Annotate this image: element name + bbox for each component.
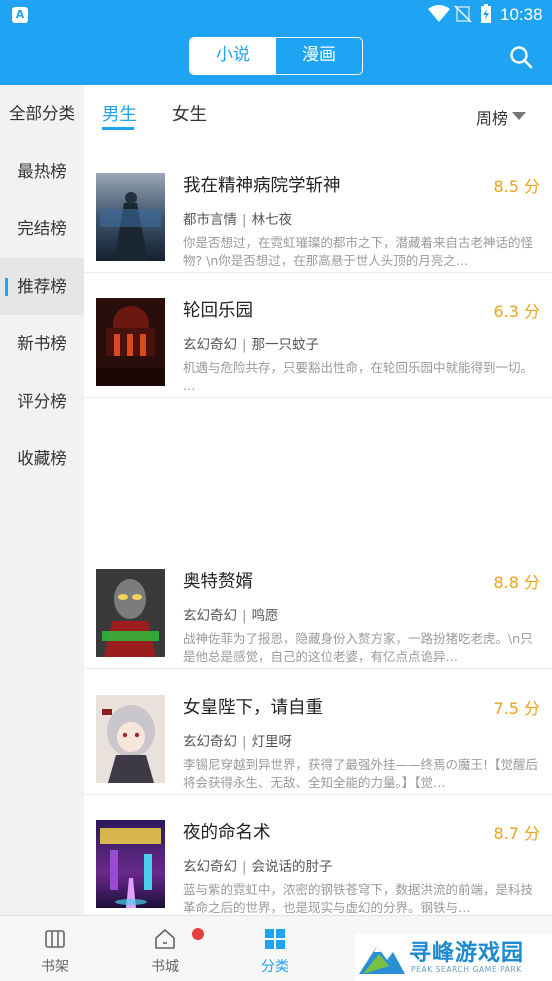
book-list-item[interactable]: 夜的命名术 8.7 分 玄幻奇幻 | 会说话的肘子 蓝与紫的霓虹中，浓密的钢铁苍穹下…: [84, 795, 552, 920]
category-grid-icon: [265, 929, 285, 949]
book-title: 女皇陛下，请自重: [183, 698, 323, 718]
notification-badge: [192, 928, 204, 940]
book-description: 你是否想过，在霓虹璀璨的都市之下，潜藏着来自古老神话的怪物? \n你是否想过，在…: [183, 235, 534, 268]
nav-label: 书架: [41, 959, 69, 975]
book-list-item[interactable]: 女皇陛下，请自重 7.5 分 玄幻奇幻 | 灯里呀 李锡尼穿越到异世界，获得了最强外…: [84, 670, 552, 795]
sidebar-item-favorites[interactable]: 收藏榜: [0, 430, 84, 488]
book-meta: 玄幻奇幻 | 那一只蚊子: [183, 337, 320, 353]
book-cover: [96, 820, 165, 908]
gender-tabs: 男生 女生 周榜: [84, 85, 552, 147]
book-description: 李锡尼穿越到异世界，获得了最强外挂——终焉の魔王!【觉醒后将会获得永生、无敌、全…: [183, 757, 539, 790]
watermark-title: 寻峰游戏园: [409, 941, 525, 966]
home-icon: [155, 929, 175, 949]
book-score: 8.5 分: [493, 177, 540, 196]
book-cover: [96, 173, 165, 261]
book-cover: [96, 298, 165, 386]
book-list-item[interactable]: 奥特赘婿 8.8 分 玄幻奇幻 | 鸣愿 战神佐菲为了报恩，隐藏身份入赘方家，一路扮…: [84, 544, 552, 669]
book-author: 灯里呀: [251, 734, 293, 750]
sidebar-item-new[interactable]: 新书榜: [0, 315, 84, 373]
book-meta: 玄幻奇幻 | 会说话的肘子: [183, 859, 333, 875]
active-tab-indicator: [102, 127, 134, 130]
nav-category[interactable]: 分类: [220, 916, 330, 981]
ranking-period-dropdown[interactable]: 周榜: [476, 105, 508, 129]
sidebar-item-completed[interactable]: 完结榜: [0, 200, 84, 258]
book-author: 鸣愿: [251, 608, 279, 624]
nav-label: 书城: [151, 959, 179, 975]
mountain-logo-icon: [359, 946, 405, 974]
sidebar-item-all[interactable]: 全部分类: [0, 85, 84, 143]
book-title: 我在精神病院学斩神: [183, 176, 341, 196]
search-icon[interactable]: [508, 44, 534, 70]
book-title: 轮回乐园: [183, 301, 253, 321]
sidebar-item-hottest[interactable]: 最热榜: [0, 143, 84, 201]
book-score: 7.5 分: [493, 699, 540, 718]
nav-bookstore[interactable]: 书城: [110, 916, 220, 981]
book-description: 战神佐菲为了报恩，隐藏身份入赘方家，一路扮猪吃老虎。\n只是他总是感觉，自己的这…: [183, 631, 533, 664]
book-author: 那一只蚊子: [251, 337, 320, 353]
book-cover: [96, 569, 165, 657]
book-score: 8.8 分: [493, 573, 540, 592]
segment-novel[interactable]: 小说: [190, 38, 276, 74]
bookshelf-icon: [45, 930, 65, 948]
nav-label: 分类: [261, 959, 289, 975]
book-description: 蓝与紫的霓虹中，浓密的钢铁苍穹下，数据洪流的前端，是科技革命之后的世界，也是现实…: [183, 882, 534, 915]
book-meta: 都市言情 | 林七夜: [183, 212, 293, 228]
book-genre: 玄幻奇幻: [183, 734, 237, 750]
book-meta: 玄幻奇幻 | 鸣愿: [183, 608, 279, 624]
book-genre: 玄幻奇幻: [183, 859, 237, 875]
chevron-down-icon[interactable]: [512, 112, 526, 120]
top-app-bar: A 10:38 小说 漫画: [0, 0, 552, 85]
book-list-item[interactable]: 轮回乐园 6.3 分 玄幻奇幻 | 那一只蚊子 机遇与危险共存，只要豁出性命，在轮回…: [84, 273, 552, 398]
segment-comic[interactable]: 漫画: [276, 38, 362, 74]
book-score: 8.7 分: [493, 824, 540, 843]
status-time: 10:38: [500, 5, 543, 24]
book-author: 林七夜: [251, 212, 293, 228]
book-description: 机遇与危险共存，只要豁出性命，在轮回乐园中就能得到一切。 …: [183, 360, 534, 393]
watermark-subtitle: PEAK SEARCH GAME PARK: [411, 965, 522, 974]
status-bar: A 10:38: [0, 0, 552, 30]
tab-male[interactable]: 男生: [102, 101, 137, 126]
book-cover: [96, 695, 165, 783]
app-notification-icon: A: [12, 7, 28, 23]
book-meta: 玄幻奇幻 | 灯里呀: [183, 734, 293, 750]
sidebar-item-recommended[interactable]: 推荐榜: [0, 257, 84, 315]
tab-female[interactable]: 女生: [172, 101, 207, 126]
book-title: 夜的命名术: [183, 823, 271, 843]
book-genre: 都市言情: [183, 212, 237, 228]
book-list-item[interactable]: 我在精神病院学斩神 8.5 分 都市言情 | 林七夜 你是否想过，在霓虹璀璨的都市之…: [84, 148, 552, 273]
no-signal-icon: [454, 5, 472, 23]
content-type-switch: 小说 漫画: [189, 37, 363, 75]
book-genre: 玄幻奇幻: [183, 337, 237, 353]
site-watermark: 寻峰游戏园 PEAK SEARCH GAME PARK: [355, 934, 552, 981]
book-genre: 玄幻奇幻: [183, 608, 237, 624]
nav-bookshelf[interactable]: 书架: [0, 916, 110, 981]
category-sidebar: 全部分类 最热榜 完结榜 推荐榜 新书榜 评分榜 收藏榜: [0, 85, 84, 915]
book-author: 会说话的肘子: [251, 859, 333, 875]
battery-charging-icon: [481, 4, 491, 23]
book-title: 奥特赘婿: [183, 572, 253, 592]
wifi-icon: [428, 5, 450, 22]
sidebar-item-rating[interactable]: 评分榜: [0, 373, 84, 431]
book-score: 6.3 分: [493, 302, 540, 321]
